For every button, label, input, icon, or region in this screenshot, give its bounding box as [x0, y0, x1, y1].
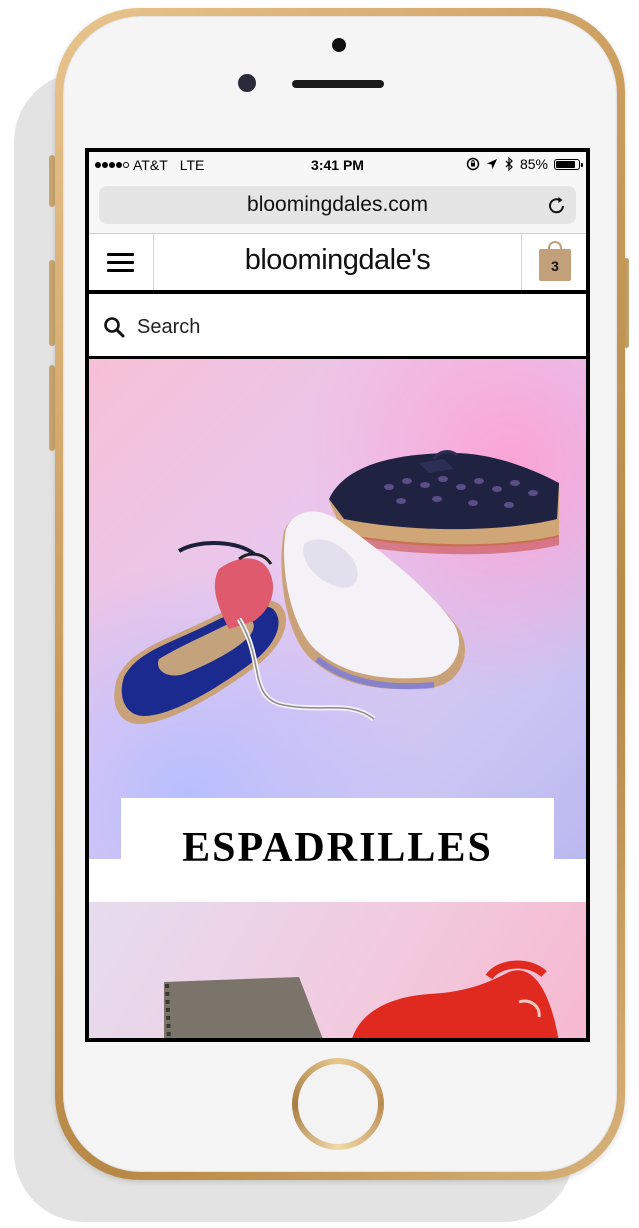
search-placeholder: Search — [137, 316, 201, 338]
screen: AT&T LTE 3:41 PM 85% bloomingdales.com b… — [85, 148, 590, 1042]
status-bar: AT&T LTE 3:41 PM 85% — [89, 152, 586, 178]
hamburger-menu-button[interactable] — [89, 234, 154, 290]
site-logo[interactable]: bloomingdale's — [153, 234, 522, 290]
hero-title: ESPADRILLES — [121, 798, 554, 873]
front-camera-icon — [238, 74, 256, 92]
shopping-bag-button[interactable]: 3 — [521, 234, 586, 290]
secondary-product-image — [164, 960, 559, 1038]
reload-icon[interactable] — [546, 195, 568, 217]
url-bar[interactable]: bloomingdales.com — [99, 186, 576, 224]
browser-toolbar: bloomingdales.com — [89, 178, 586, 234]
secondary-promo[interactable] — [89, 902, 586, 1038]
earpiece-speaker — [292, 80, 384, 88]
battery-percent: 85% — [519, 156, 548, 172]
battery-fill — [556, 160, 575, 168]
proximity-sensor — [332, 38, 346, 52]
espadrilles-hero[interactable]: ESPADRILLES — [89, 359, 586, 902]
search-icon — [104, 317, 125, 338]
battery-icon — [554, 158, 583, 170]
home-button[interactable] — [292, 1058, 384, 1150]
screen-content: AT&T LTE 3:41 PM 85% bloomingdales.com b… — [89, 152, 586, 1038]
bluetooth-icon — [505, 157, 513, 171]
location-arrow-icon — [486, 159, 497, 169]
bag-count: 3 — [539, 249, 571, 281]
status-right: 85% — [466, 156, 583, 172]
site-header: bloomingdale's 3 — [89, 234, 586, 294]
rotation-lock-icon — [466, 157, 480, 171]
url-text: bloomingdales.com — [247, 193, 428, 216]
search-bar[interactable]: Search — [89, 298, 586, 359]
